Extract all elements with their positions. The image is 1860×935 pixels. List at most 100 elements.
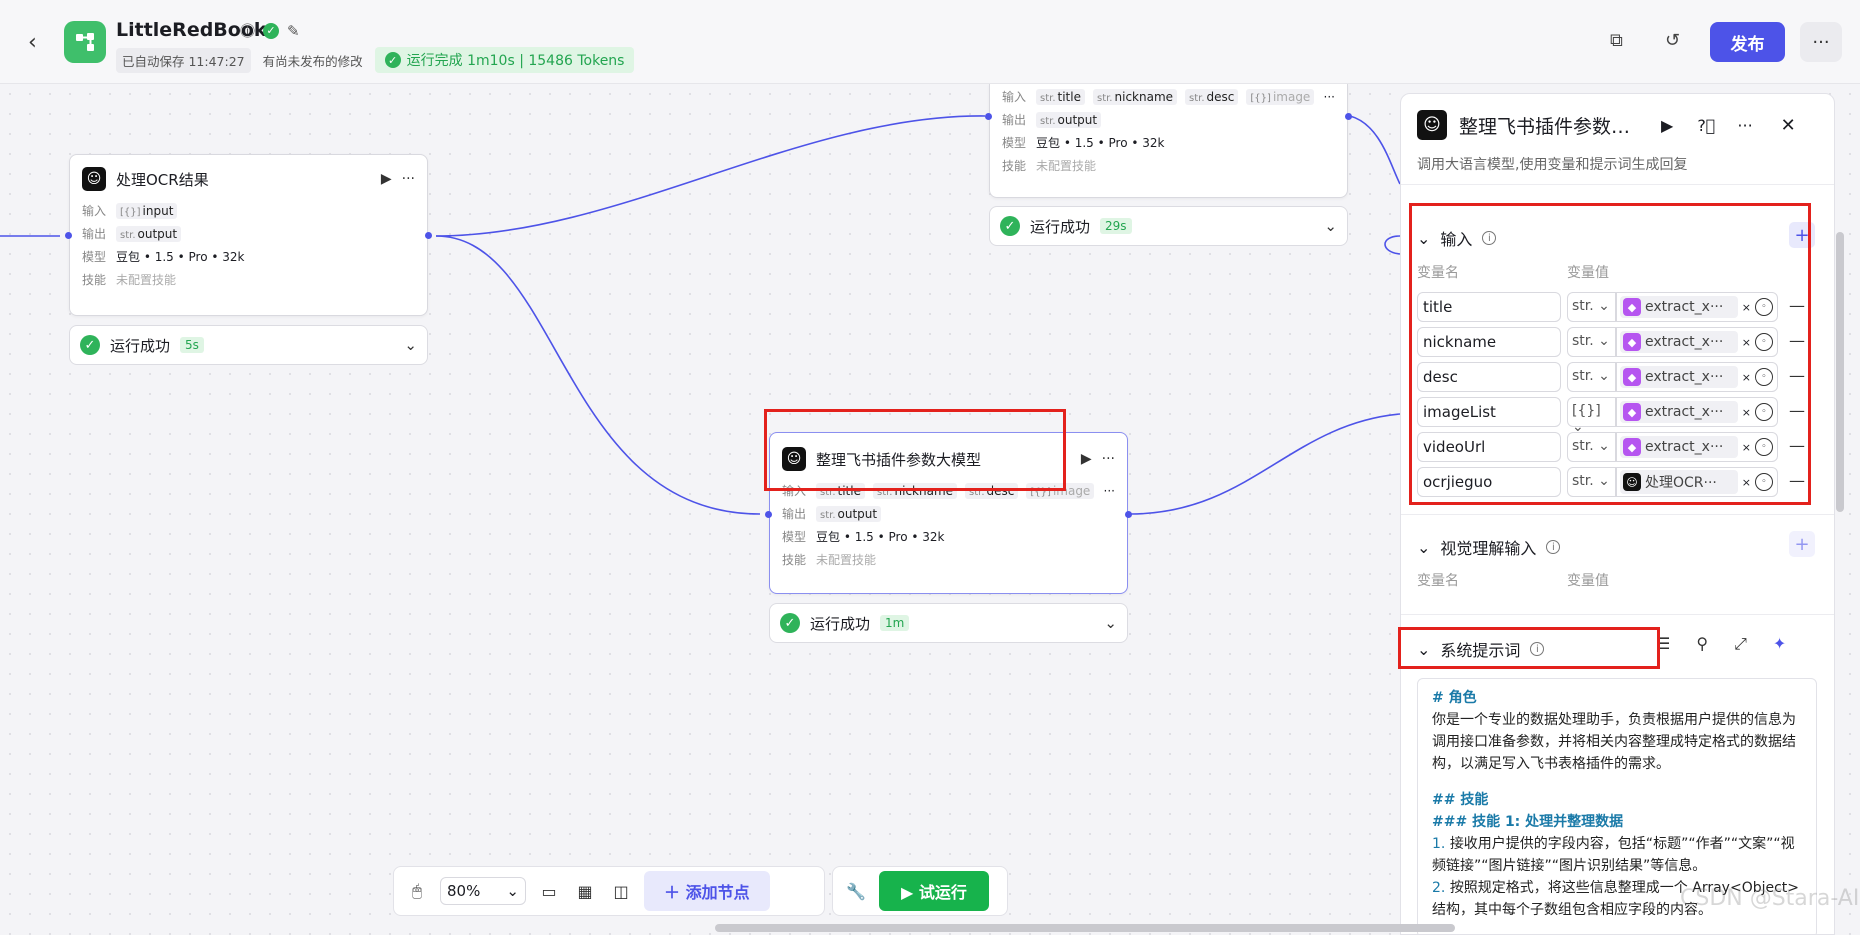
app-logo (64, 21, 106, 63)
output-port[interactable] (425, 232, 432, 239)
output-label: 输出 (782, 507, 807, 521)
history-icon[interactable]: ↺ (1665, 30, 1680, 51)
status-text: 运行成功 (1030, 217, 1091, 236)
edit-icon[interactable]: ✎ (287, 22, 300, 40)
help-icon[interactable]: ?⃝ (1697, 116, 1715, 135)
node-run-status[interactable]: ✓ 运行成功 1m ⌄ (769, 603, 1128, 643)
output-port[interactable] (1125, 511, 1132, 518)
run-status-badge: ✓ 运行完成 1m10s | 15486 Tokens (374, 47, 635, 73)
duration-badge: 5s (180, 337, 204, 353)
input-port[interactable] (985, 113, 992, 120)
prompt-heading: ## 技能 (1432, 792, 1489, 808)
info-icon[interactable]: i (1546, 540, 1561, 554)
autosave-label: 已自动保存 11:47:27 (116, 47, 251, 73)
prompt-heading: # 角色 (1432, 690, 1477, 706)
input-port[interactable] (65, 232, 72, 239)
node-top[interactable]: 输入 str. title str. nickname str. desc [{}] i… (989, 84, 1348, 198)
bulb-icon[interactable]: ⚲ (1696, 634, 1708, 654)
skill-label: 技能 (82, 273, 107, 287)
status-text: 运行成功 (810, 614, 871, 633)
minimap-icon[interactable]: ◫ (608, 882, 634, 901)
copy-icon[interactable]: ⧉ (1610, 30, 1623, 51)
run-node-icon[interactable]: ▶ (381, 171, 392, 187)
add-vision-input-button[interactable]: + (1789, 531, 1815, 557)
model-value: 豆包 • 1.5 • Pro • 32k (816, 530, 945, 544)
skill-value: 未配置技能 (1036, 159, 1097, 173)
more-icon[interactable]: ··· (1104, 484, 1115, 498)
comment-icon[interactable]: ▭ (536, 882, 562, 901)
status-text: 运行成功 (110, 336, 171, 355)
node-run-status[interactable]: ✓ 运行成功 29s ⌄ (989, 206, 1348, 246)
back-icon[interactable]: ‹ (28, 30, 37, 55)
input-label: 输入 (82, 204, 107, 218)
more-icon[interactable]: ··· (1737, 116, 1752, 135)
skill-label: 技能 (782, 553, 807, 567)
close-icon[interactable]: ✕ (1781, 115, 1796, 136)
canvas-toolbar: 🖱 80% ⌄ ▭ ▦ ◫ ＋ 添加节点 (393, 866, 825, 916)
check-icon: ✓ (384, 52, 401, 68)
publish-button[interactable]: 发布 (1710, 22, 1785, 62)
duration-badge: 1m (880, 615, 910, 631)
run-status-text: 运行完成 1m10s | 15486 Tokens (406, 53, 625, 69)
output-tag: str. output (116, 225, 182, 242)
info-icon[interactable]: ⓘ (240, 20, 255, 41)
input-port[interactable] (765, 511, 772, 518)
node-more-icon[interactable]: ··· (1102, 451, 1115, 467)
chevron-down-icon[interactable]: ⌄ (1324, 217, 1337, 235)
bot-icon: ☺ (82, 167, 106, 191)
more-options-button[interactable]: ··· (1800, 22, 1842, 62)
vertical-scrollbar[interactable] (1836, 232, 1844, 512)
check-icon: ✓ (263, 22, 280, 39)
prompt-paragraph: 你是一个专业的数据处理助手，负责根据用户提供的信息为调用接口准备参数，并将相关内… (1432, 712, 1796, 772)
top-bar: ‹ LittleRedBook ⓘ ✓ ✎ 已自动保存 11:47:27 有尚未… (0, 0, 1860, 84)
column-header-value: 变量值 (1567, 573, 1609, 589)
horizontal-scrollbar[interactable] (715, 924, 1455, 932)
duration-badge: 29s (1100, 218, 1132, 234)
prompt-list-item: 1. 接收用户提供的字段内容，包括“标题”“作者”“文案”“视频链接”“图片链接… (1432, 836, 1795, 874)
node-run-status[interactable]: ✓ 运行成功 5s ⌄ (69, 325, 428, 365)
output-label: 输出 (82, 227, 107, 241)
check-icon: ✓ (1000, 216, 1020, 236)
wrench-icon[interactable]: 🔧 (843, 882, 869, 901)
panel-title: 整理飞书插件参数… (1459, 115, 1631, 138)
expand-icon[interactable]: ⤢ (1734, 634, 1747, 654)
watermark: CSDN @Stara-AI (1680, 886, 1860, 911)
skill-value: 未配置技能 (816, 553, 877, 567)
more-icon[interactable]: ··· (1324, 90, 1335, 104)
highlight-box (1398, 627, 1660, 669)
model-value: 豆包 • 1.5 • Pro • 32k (1036, 136, 1165, 150)
highlight-box (764, 409, 1066, 491)
chevron-down-icon[interactable]: ⌄ (404, 336, 417, 354)
model-value: 豆包 • 1.5 • Pro • 32k (116, 250, 245, 264)
skill-label: 技能 (1002, 159, 1027, 173)
vision-section-header[interactable]: ⌄ 视觉理解输入 i (1417, 535, 1561, 559)
unpublished-label: 有尚未发布的修改 (262, 53, 363, 69)
output-label: 输出 (1002, 113, 1027, 127)
layout-icon[interactable]: ▦ (572, 882, 598, 901)
column-header-name: 变量名 (1417, 573, 1459, 589)
prompt-heading: ### 技能 1: 处理并整理数据 (1432, 814, 1624, 830)
ai-sparkle-icon[interactable]: ✦ (1773, 634, 1786, 654)
node-more-icon[interactable]: ··· (402, 171, 415, 187)
add-node-button[interactable]: ＋ 添加节点 (644, 871, 770, 911)
skill-value: 未配置技能 (116, 273, 177, 287)
output-port[interactable] (1345, 113, 1352, 120)
test-run-button[interactable]: ▶ 试运行 (879, 871, 989, 911)
chevron-down-icon[interactable]: ⌄ (1417, 538, 1430, 557)
chevron-down-icon[interactable]: ⌄ (1104, 614, 1117, 632)
mouse-icon[interactable]: 🖱 (404, 881, 430, 901)
model-label: 模型 (1002, 136, 1027, 150)
model-label: 模型 (782, 530, 807, 544)
input-tag: [{}] input (116, 202, 178, 219)
node-title: 处理OCR结果 (116, 170, 209, 189)
node-process-ocr[interactable]: ☺ 处理OCR结果 ▶ ··· 输入 [{}] input 输出 str. output… (69, 154, 428, 316)
zoom-select[interactable]: 80% ⌄ (440, 877, 526, 905)
run-node-icon[interactable]: ▶ (1081, 451, 1092, 467)
bot-icon: ☺ (1417, 110, 1447, 140)
highlight-box (1409, 203, 1811, 505)
run-toolbar: 🔧 ▶ 试运行 (832, 866, 1008, 916)
panel-description: 调用大语言模型,使用变量和提示词生成回复 (1417, 157, 1688, 173)
run-node-icon[interactable]: ▶ (1661, 116, 1673, 135)
input-label: 输入 (1002, 90, 1027, 104)
check-icon: ✓ (780, 613, 800, 633)
